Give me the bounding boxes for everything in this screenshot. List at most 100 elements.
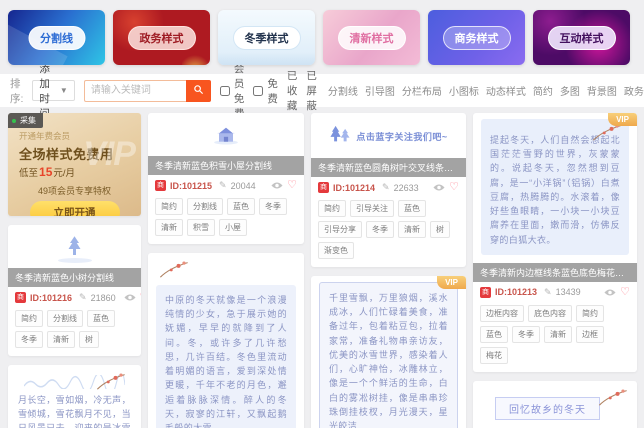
collect-badge[interactable]: 采集: [8, 113, 43, 128]
eye-icon[interactable]: [124, 293, 136, 302]
filter-tag-link[interactable]: 背景图: [587, 83, 617, 98]
style-tag[interactable]: 冬季: [512, 325, 540, 343]
snow-wave-decoration: [23, 371, 126, 396]
use-count: 20044: [230, 180, 256, 191]
style-card[interactable]: 冬季清新蓝色小树分割线商 ID:101216 ✎21860 ♡ 简约分割线蓝色冬季清新树: [8, 225, 141, 356]
style-tag[interactable]: 清新: [155, 219, 183, 236]
commercial-use-icon: 商: [155, 180, 166, 191]
eye-icon[interactable]: [433, 183, 445, 192]
blocked-link[interactable]: 已屏蔽: [306, 68, 317, 113]
filter-tag-links: 分割线 引导图 分栏布局 小图标 动态样式 简约 多图 背景图 政务: [328, 83, 644, 98]
promo-perks: 49项会员专享特权: [37, 186, 111, 196]
style-card[interactable]: VIP 千里雪飘，万里狼烟，溪水成冰，人们忙碌着美食，准备过年，包着粘豆包，拉着家…: [311, 276, 466, 428]
filter-tag-link[interactable]: 分割线: [328, 83, 358, 98]
style-masonry-grid: 采集 开通年费会员 全场样式免费用 低至15元/月 VIP 49项会员专享特权 立即开通 冬季…: [0, 107, 644, 428]
card-preview: 点击蓝字关注我们吧~: [311, 113, 466, 158]
style-tag[interactable]: 冬季: [366, 221, 394, 238]
style-card-meta: 商 ID:101214 ✎ 22633 ♡: [311, 177, 466, 195]
member-free-checkbox[interactable]: 会员免费: [219, 61, 244, 121]
promo-card[interactable]: 采集 开通年费会员 全场样式免费用 低至15元/月 VIP 49项会员专享特权 立即开通: [8, 113, 141, 216]
style-tag[interactable]: 清新: [47, 331, 75, 348]
category-card-fresh[interactable]: 清新样式: [323, 10, 420, 65]
category-card-business[interactable]: 商务样式: [428, 10, 525, 65]
price-prefix: 低至: [19, 168, 39, 179]
filter-tag-link[interactable]: 分栏布局: [402, 83, 442, 98]
filter-tag-link[interactable]: 政务: [624, 83, 644, 98]
category-card-gov[interactable]: 政务样式: [113, 10, 210, 65]
eye-icon[interactable]: [271, 181, 283, 190]
style-tag[interactable]: 树: [79, 331, 99, 348]
style-tag[interactable]: 简约: [318, 200, 346, 217]
open-vip-button[interactable]: 立即开通: [29, 201, 120, 216]
free-checkbox[interactable]: 免费: [253, 76, 278, 106]
style-tag[interactable]: 冬季: [15, 331, 43, 348]
style-card-meta: 商 ID:101216 ✎21860 ♡: [8, 287, 141, 305]
card-preview: 千里雪飘，万里狼烟，溪水成冰，人们忙碌着美食，准备过年，包着粘豆包，拉着家常，准…: [311, 276, 466, 428]
filter-bar: 排序: 添加时间 ▼ 会员免费 免费 已收藏 已屏蔽 分割线引导图分栏布局小图标…: [0, 63, 644, 120]
style-card-title: 冬季清新蓝色圆角树叶交叉线条引导关注收藏分享: [311, 158, 466, 177]
filter-tag-link[interactable]: 简约: [533, 83, 553, 98]
style-tag[interactable]: 渐变色: [318, 242, 354, 259]
commercial-use-icon: 商: [318, 182, 329, 193]
style-tag[interactable]: 蓝色: [480, 325, 508, 343]
category-card-label: 分割线: [28, 25, 85, 50]
heart-icon[interactable]: ♡: [620, 286, 630, 298]
search-button[interactable]: [185, 79, 211, 102]
style-tag[interactable]: 树: [430, 221, 450, 238]
filter-tag-link[interactable]: 动态样式: [486, 83, 526, 98]
filter-tag-link[interactable]: 引导图: [365, 83, 395, 98]
eye-icon[interactable]: [604, 288, 616, 297]
heart-icon[interactable]: ♡: [287, 180, 297, 191]
vip-badge: VIP: [608, 113, 637, 126]
style-card-tags: 简约 分割线 蓝色 冬季清新 积雪 小屋: [148, 193, 304, 244]
style-card-tags: 边框内容 底色内容 简约蓝色 冬季 清新 边框梅花: [473, 300, 637, 372]
style-card-meta: 商 ID:101213 ✎ 13439 ♡: [473, 282, 637, 300]
heart-icon[interactable]: ♡: [140, 292, 141, 303]
style-tag[interactable]: 蓝色: [87, 310, 115, 327]
style-tag[interactable]: 蓝色: [227, 198, 255, 215]
sort-select[interactable]: 添加时间 ▼: [32, 63, 75, 120]
search-input[interactable]: [83, 79, 186, 102]
style-tag[interactable]: 积雪: [187, 219, 215, 236]
style-tag[interactable]: 冬季: [259, 198, 287, 215]
style-tag[interactable]: 引导分享: [318, 221, 362, 238]
card-preview: [148, 113, 304, 156]
style-tag[interactable]: 清新: [398, 221, 426, 238]
category-card-interactive[interactable]: 互动样式: [533, 10, 630, 65]
favorited-link[interactable]: 已收藏: [287, 68, 298, 113]
style-tag[interactable]: 清新: [544, 325, 572, 343]
heart-icon[interactable]: ♡: [449, 182, 459, 193]
card-preview: [8, 225, 141, 268]
style-tag[interactable]: 边框内容: [480, 304, 524, 322]
style-tag[interactable]: 边框: [576, 325, 604, 343]
style-card[interactable]: 中原的冬天就像是一个浪漫纯情的少女，急于展示她的妩媚，早早的就降到了人间。冬，或…: [148, 253, 304, 428]
filter-tag-link[interactable]: 小图标: [449, 83, 479, 98]
style-card[interactable]: 回忆故乡的冬天人的记忆真是很奇特，许多年过去了，而对于故乡里这山的所有细枝末节，…: [473, 380, 637, 428]
style-tag[interactable]: 简约: [155, 198, 183, 215]
style-tag[interactable]: 梅花: [480, 346, 508, 364]
category-card-divider[interactable]: 分割线: [8, 10, 105, 65]
style-tag[interactable]: 引导关注: [350, 200, 394, 217]
style-card[interactable]: 冬季清新蓝色积雪小屋分割线商 ID:101215 ✎ 20044 ♡ 简约 分割线 蓝色 冬季清…: [148, 113, 304, 244]
style-id: ID:101215: [170, 180, 213, 191]
style-tag[interactable]: 小屋: [219, 219, 247, 236]
snow-base: [57, 258, 92, 263]
style-tag[interactable]: 底色内容: [528, 304, 572, 322]
style-card[interactable]: VIP 提起冬天，人们自然会想起北国茫茫雪野的世界，灰蒙蒙的。说起冬天，忽然想到豆…: [473, 113, 637, 372]
preview-body-text: 千里雪飘，万里狼烟，溪水成冰，人们忙碌着美食，准备过年，包着粘豆包，拉着家常，准…: [329, 293, 448, 428]
price-value: 15: [39, 165, 53, 179]
style-card[interactable]: 点击蓝字关注我们吧~ 冬季清新蓝色圆角树叶交叉线条引导关注收藏分享商 ID:1012…: [311, 113, 466, 267]
checkbox-icon[interactable]: [219, 85, 230, 96]
style-tag[interactable]: 蓝色: [398, 200, 426, 217]
checkbox-icon[interactable]: [253, 85, 264, 96]
snow-house-icon: [212, 123, 240, 150]
masonry-column: VIP 提起冬天，人们自然会想起北国茫茫雪野的世界，灰蒙蒙的。说起冬天，忽然想到豆…: [473, 113, 637, 428]
style-tag[interactable]: 简约: [576, 304, 604, 322]
category-card-winter[interactable]: 冬季样式: [218, 10, 315, 65]
style-card[interactable]: 月长空，雪如烟，冷无声，雪倾城，雪花飘月不见，当日风景已去，迎来的是冰雪寒天，还…: [8, 365, 141, 428]
style-tag[interactable]: 分割线: [187, 198, 223, 215]
sort-select-value: 添加时间: [39, 62, 50, 120]
style-tag[interactable]: 简约: [15, 310, 43, 327]
filter-tag-link[interactable]: 多图: [560, 83, 580, 98]
style-tag[interactable]: 分割线: [47, 310, 83, 327]
